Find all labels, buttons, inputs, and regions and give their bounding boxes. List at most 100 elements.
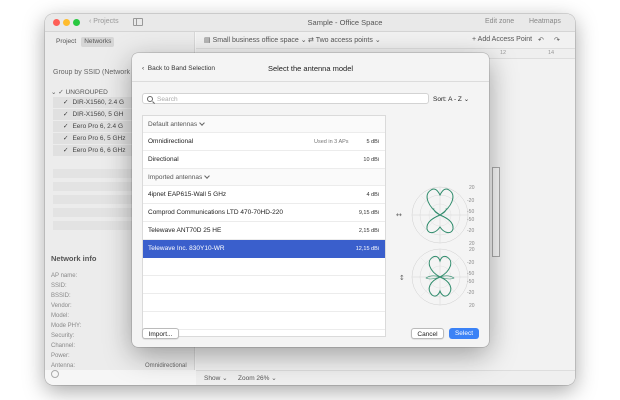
window-title: Sample - Office Space <box>307 18 383 27</box>
zoom-menu[interactable]: Zoom 26% ⌄ <box>238 374 277 382</box>
search-field[interactable] <box>142 93 429 104</box>
sort-select[interactable]: Sort: A - Z ⌄ <box>433 95 469 103</box>
search-icon <box>147 96 153 102</box>
scale-label: -20 <box>467 260 474 266</box>
show-label: Show <box>204 375 221 382</box>
antenna-name: Telewave Inc. 830Y10-WR <box>148 245 225 252</box>
default-antennas-label: Default antennas <box>148 121 198 128</box>
antenna-row[interactable]: Directional 10 dBi <box>143 151 385 169</box>
imported-antennas-header[interactable]: Imported antennas <box>143 169 385 186</box>
sidebar-toggle-icon[interactable] <box>133 18 143 26</box>
close-window-button[interactable] <box>53 19 60 26</box>
heatmaps-button[interactable]: Heatmaps <box>529 18 561 25</box>
zoom-window-button[interactable] <box>73 19 80 26</box>
antenna-usage: Used in 3 APs <box>314 138 349 145</box>
chevron-down-icon <box>204 172 211 179</box>
section-label: Default antennas <box>148 119 205 128</box>
access-points-select-label: Two access points <box>315 37 373 44</box>
redo-icon[interactable]: ↷ <box>554 36 560 44</box>
floor-select[interactable]: ▤ Small business office space ⌄ <box>204 36 307 44</box>
checkbox-icon[interactable]: ✓ <box>63 135 68 142</box>
sidebar-tabs: Project Networks <box>53 37 115 47</box>
scale-label: -50 <box>467 271 474 277</box>
checkbox-icon[interactable]: ✓ <box>63 123 68 130</box>
field-label: Power: <box>51 353 70 359</box>
ap-name: DIR-X1560, 5 GH <box>72 111 124 118</box>
scale-label: -50 <box>467 217 474 223</box>
ungrouped-label: UNGROUPED <box>65 89 108 96</box>
scale-label: -50 <box>467 279 474 285</box>
ungrouped-header[interactable]: ⌄ ✓ UNGROUPED <box>51 88 108 96</box>
field-label: Vendor: <box>51 303 72 309</box>
access-points-select[interactable]: ⇄ Two access points ⌄ <box>308 36 381 44</box>
select-button[interactable]: Select <box>449 328 479 339</box>
edit-zone-button[interactable]: Edit zone <box>485 18 514 25</box>
tab-project[interactable]: Project <box>53 37 79 47</box>
antenna-value: Omnidirectional <box>145 363 187 369</box>
checkbox-icon[interactable]: ✓ <box>63 99 68 106</box>
antenna-gain: 4 dBi <box>366 191 379 198</box>
ap-name: Eero Pro 6, 6 GHz <box>72 147 126 154</box>
dialog-title: Select the antenna model <box>267 64 354 73</box>
import-button[interactable]: Import... <box>142 328 179 339</box>
antenna-row[interactable]: Omnidirectional Used in 3 APs 5 dBi <box>143 133 385 151</box>
projects-back-button[interactable]: ‹ Projects <box>89 18 119 25</box>
zoom-label: Zoom 26% <box>238 375 270 382</box>
field-label: Mode PHY: <box>51 323 82 329</box>
antenna-name: Comprod Communications LTD 470-70HD-220 <box>148 209 283 216</box>
antenna-name: Telewave ANT70D 25 HE <box>148 227 222 234</box>
section-label: Imported antennas <box>148 172 211 181</box>
empty-row <box>143 294 385 312</box>
vertical-pattern <box>411 248 469 306</box>
antenna-row-selected[interactable]: Telewave Inc. 830Y10-WR 12,15 dBi <box>143 240 385 258</box>
antenna-gain: 5 dBi <box>366 138 379 145</box>
status-circle-icon[interactable] <box>51 370 59 378</box>
cancel-button[interactable]: Cancel <box>411 328 444 339</box>
floor-plan-edge <box>492 167 500 257</box>
header-divider <box>132 81 489 82</box>
scale-label: 20 <box>469 185 475 191</box>
sort-label: Sort: A - Z <box>433 96 462 103</box>
field-label: Channel: <box>51 343 76 349</box>
antenna-row[interactable]: 4ipnet EAP615-Wall 5 GHz 4 dBi <box>143 186 385 204</box>
default-antennas-header[interactable]: Default antennas <box>143 116 385 133</box>
ruler-tick: 14 <box>548 50 555 56</box>
scale-label: 20 <box>469 303 475 309</box>
checkbox-icon[interactable]: ✓ <box>63 147 68 154</box>
antenna-gain: 10 dBi <box>363 156 379 163</box>
ap-name: Eero Pro 6, 5 GHz <box>72 135 126 142</box>
scale-label: -50 <box>467 209 474 215</box>
floor-toolbar: ▤ Small business office space ⌄ ⇄ Two ac… <box>196 32 575 49</box>
tab-networks[interactable]: Networks <box>81 37 115 47</box>
scale-label: -20 <box>467 198 474 204</box>
antenna-pattern-svg: 20 -20 -50 -50 -20 20 20 -20 -50 -50 -20… <box>396 185 475 309</box>
horizontal-pattern <box>411 186 469 244</box>
antenna-gain: 12,15 dBi <box>355 245 379 252</box>
imported-antennas-label: Imported antennas <box>148 174 203 181</box>
checkbox-icon[interactable]: ✓ <box>63 111 68 118</box>
antenna-row[interactable]: Telewave ANT70D 25 HE 2,15 dBi <box>143 222 385 240</box>
antenna-row[interactable]: Comprod Communications LTD 470-70HD-220 … <box>143 204 385 222</box>
field-label: BSSID: <box>51 293 71 299</box>
empty-row <box>143 312 385 330</box>
field-label: Antenna: <box>51 363 76 369</box>
title-bar: ‹ Projects Sample - Office Space Edit zo… <box>45 14 575 32</box>
antenna-name: Directional <box>148 156 179 163</box>
field-label: AP name: <box>51 273 78 279</box>
field-label: Model: <box>51 313 70 319</box>
undo-icon[interactable]: ↶ <box>538 36 544 44</box>
field-label: SSID: <box>51 283 67 289</box>
antenna-model-dialog: ‹ Back to Band Selection Select the ante… <box>132 53 489 347</box>
ap-name: DIR-X1560, 2.4 G <box>72 99 125 106</box>
show-menu[interactable]: Show ⌄ <box>204 374 228 382</box>
antenna-gain: 2,15 dBi <box>358 227 379 234</box>
antenna-list: Default antennas Omnidirectional Used in… <box>142 115 386 337</box>
antenna-name: Omnidirectional <box>148 138 194 145</box>
search-input[interactable] <box>157 95 425 103</box>
scale-label: 20 <box>469 247 475 253</box>
scale-label: -20 <box>467 228 474 234</box>
horizontal-arrows-icon: ↔ <box>396 211 402 219</box>
minimize-window-button[interactable] <box>63 19 70 26</box>
add-access-point-button[interactable]: + Add Access Point <box>472 36 532 43</box>
ap-name: Eero Pro 6, 2.4 G <box>72 123 124 130</box>
